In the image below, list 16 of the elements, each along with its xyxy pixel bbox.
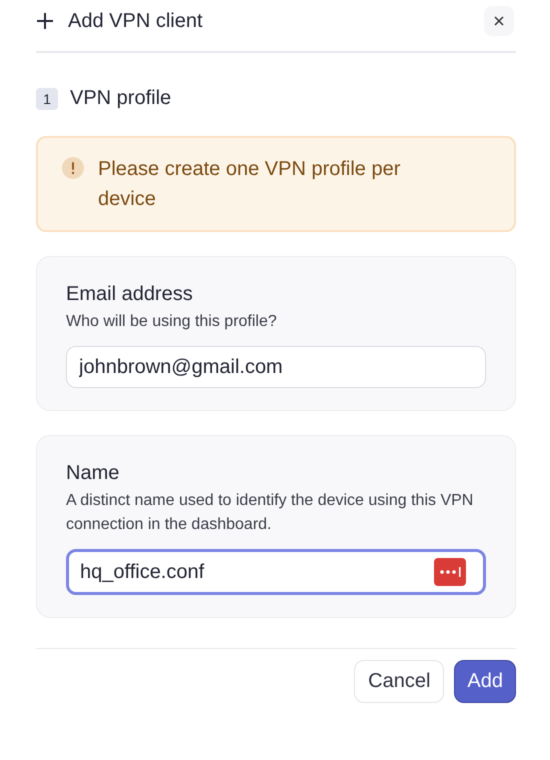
field-hint: A distinct name used to identify the device using this VPN connection in the dashboard.	[66, 491, 474, 535]
warning-message: Please create one VPN profile per device	[98, 157, 402, 212]
password-manager-icon[interactable]	[434, 558, 466, 586]
cancel-button[interactable]: Cancel	[354, 660, 444, 703]
field-hint: Who will be using this profile?	[66, 312, 278, 332]
field-label: Email address	[66, 283, 194, 306]
plus-icon	[36, 12, 54, 30]
dialog-title: Add VPN client	[68, 10, 204, 32]
step-number: 1	[36, 88, 58, 110]
close-button[interactable]	[484, 6, 514, 36]
field-label: Name	[66, 462, 120, 485]
close-icon	[494, 16, 504, 26]
text-field[interactable]: hq_office.conf	[66, 549, 486, 595]
add-button[interactable]: Add	[454, 660, 516, 703]
step-title: VPN profile	[70, 87, 172, 110]
warning-icon	[62, 157, 84, 179]
